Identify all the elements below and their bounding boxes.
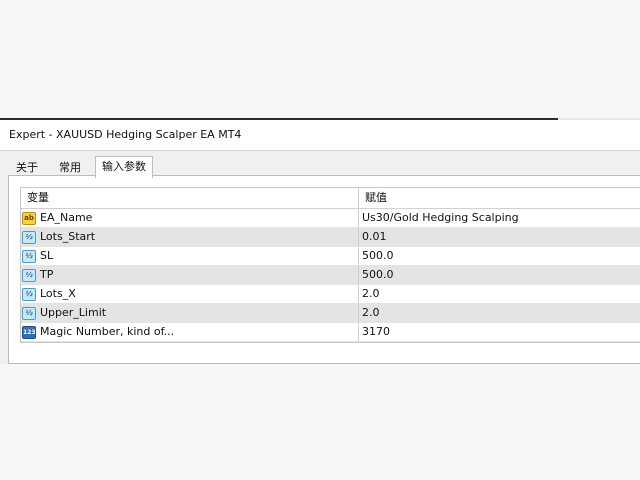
- value-cell[interactable]: 500.0: [359, 247, 640, 265]
- tab-bar: 关于 常用 输入参数: [0, 150, 640, 178]
- string-ab-icon: ab: [22, 211, 36, 225]
- table-row[interactable]: ½ SL 500.0: [21, 247, 640, 266]
- window-title: Expert - XAUUSD Hedging Scalper EA MT4: [9, 128, 242, 141]
- tab-about[interactable]: 关于: [16, 160, 38, 176]
- double-half-icon: ½: [22, 249, 36, 263]
- variable-name: Upper_Limit: [40, 306, 107, 319]
- tab-inputs[interactable]: 输入参数: [95, 156, 153, 178]
- variable-name: Magic Number, kind of...: [40, 325, 175, 338]
- value-cell[interactable]: 0.01: [359, 228, 640, 246]
- title-bar[interactable]: Expert - XAUUSD Hedging Scalper EA MT4: [0, 120, 640, 151]
- variable-name: TP: [40, 268, 54, 281]
- table-row[interactable]: ½ Lots_X 2.0: [21, 285, 640, 304]
- table-row[interactable]: 123 Magic Number, kind of... 3170: [21, 323, 640, 342]
- grid-header: 变量 赋值: [21, 188, 640, 209]
- double-half-icon: ½: [22, 268, 36, 282]
- variable-name: Lots_Start: [40, 230, 96, 243]
- double-half-icon: ½: [22, 287, 36, 301]
- value-cell[interactable]: 2.0: [359, 304, 640, 322]
- table-row[interactable]: ½ TP 500.0: [21, 266, 640, 285]
- expert-dialog: Expert - XAUUSD Hedging Scalper EA MT4 关…: [0, 118, 640, 364]
- value-cell[interactable]: 500.0: [359, 266, 640, 284]
- value-cell[interactable]: 2.0: [359, 285, 640, 303]
- column-header-value[interactable]: 赋值: [359, 188, 640, 208]
- variable-name: Lots_X: [40, 287, 76, 300]
- variable-cell: ½ TP: [21, 266, 359, 284]
- parameters-grid: 变量 赋值 ab EA_Name Us30/Gold Hedging Scalp…: [20, 187, 640, 343]
- inputs-panel: 变量 赋值 ab EA_Name Us30/Gold Hedging Scalp…: [8, 175, 640, 364]
- table-row[interactable]: ½ Upper_Limit 2.0: [21, 304, 640, 323]
- variable-name: EA_Name: [40, 211, 93, 224]
- variable-name: SL: [40, 249, 54, 262]
- variable-cell: ½ Lots_Start: [21, 228, 359, 246]
- integer-123-icon: 123: [22, 325, 36, 339]
- variable-cell: 123 Magic Number, kind of...: [21, 323, 359, 341]
- variable-cell: ½ Upper_Limit: [21, 304, 359, 322]
- variable-cell: ½ SL: [21, 247, 359, 265]
- double-half-icon: ½: [22, 306, 36, 320]
- column-header-variable[interactable]: 变量: [21, 188, 359, 208]
- variable-cell: ½ Lots_X: [21, 285, 359, 303]
- variable-cell: ab EA_Name: [21, 209, 359, 227]
- tab-common[interactable]: 常用: [59, 160, 81, 176]
- table-row[interactable]: ½ Lots_Start 0.01: [21, 228, 640, 247]
- value-cell[interactable]: Us30/Gold Hedging Scalping: [359, 209, 640, 227]
- double-half-icon: ½: [22, 230, 36, 244]
- value-cell[interactable]: 3170: [359, 323, 640, 341]
- page: Expert - XAUUSD Hedging Scalper EA MT4 关…: [0, 0, 640, 480]
- table-row[interactable]: ab EA_Name Us30/Gold Hedging Scalping: [21, 209, 640, 228]
